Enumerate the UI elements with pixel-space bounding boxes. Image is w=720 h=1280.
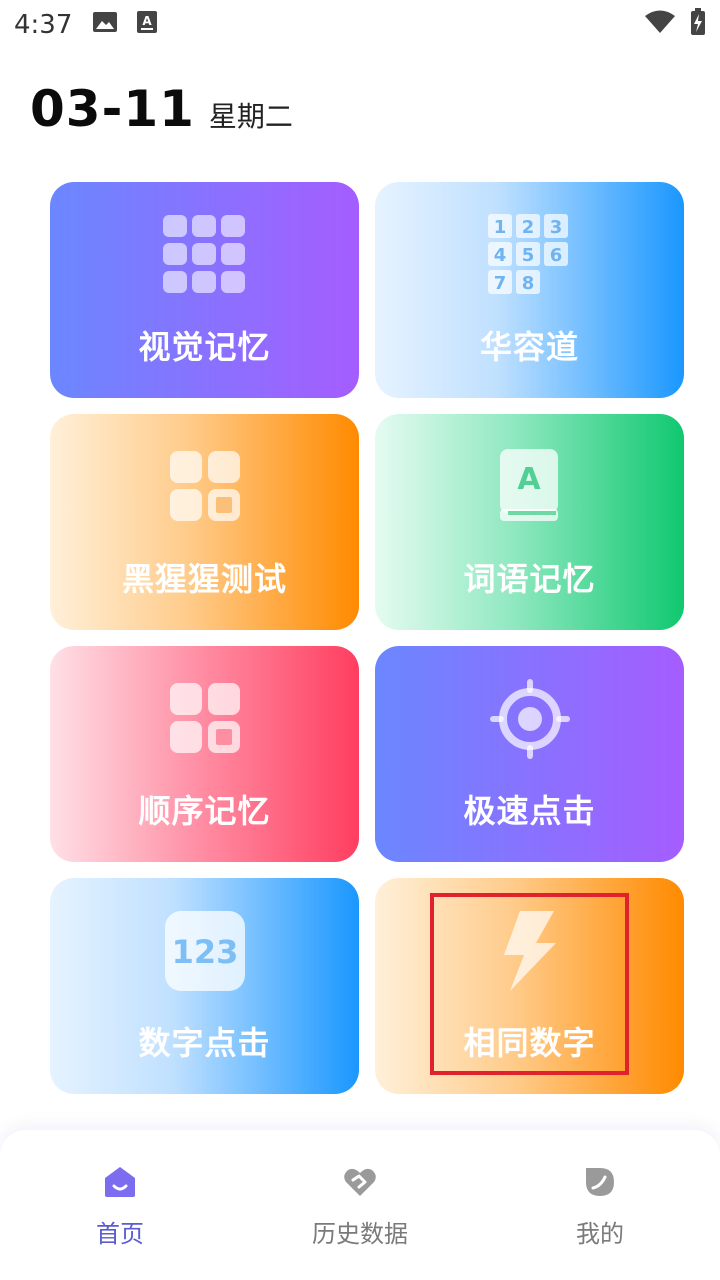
date-text: 03-11: [30, 80, 195, 138]
game-card-word-memory[interactable]: A 词语记忆: [375, 414, 684, 630]
game-card-number-click[interactable]: 123 数字点击: [50, 878, 359, 1094]
battery-charging-icon: [690, 7, 706, 43]
target-icon: [487, 676, 573, 762]
game-card-same-number[interactable]: 相同数字: [375, 878, 684, 1094]
tiles-icon: [162, 676, 248, 762]
puzzle-digit: 3: [549, 217, 562, 238]
book-letter: A: [517, 462, 541, 497]
puzzle-digit: 2: [521, 217, 534, 238]
heart-hand-icon: [343, 1166, 377, 1202]
date-header: 03-11 星期二: [30, 80, 293, 138]
nav-label: 我的: [576, 1220, 624, 1248]
leaf-icon: [584, 1166, 616, 1202]
a-badge-icon: A: [136, 10, 158, 41]
game-label: 黑猩猩测试: [121, 560, 287, 598]
tiles-icon: [162, 444, 248, 530]
game-card-chimp-test[interactable]: 黑猩猩测试: [50, 414, 359, 630]
wifi-icon: [644, 9, 676, 42]
game-label: 顺序记忆: [138, 792, 271, 830]
puzzle-digit: 8: [521, 273, 534, 294]
weekday-text: 星期二: [208, 100, 293, 133]
puzzle-digit: 1: [493, 217, 506, 238]
status-bar: 4:37 A: [0, 0, 720, 50]
nav-label: 首页: [96, 1220, 144, 1248]
game-label: 华容道: [479, 328, 579, 366]
game-label: 数字点击: [138, 1024, 271, 1062]
nav-item-history[interactable]: 历史数据: [240, 1130, 480, 1280]
puzzle-digit: 6: [549, 245, 562, 266]
game-label: 相同数字: [463, 1024, 596, 1062]
number-puzzle-icon: 1 2 3 4 5 6 7 8: [487, 212, 573, 298]
puzzle-digit: 5: [521, 245, 534, 266]
puzzle-digit: 7: [493, 273, 506, 294]
book-a-icon: A: [487, 444, 573, 530]
game-card-speed-click[interactable]: 极速点击: [375, 646, 684, 862]
game-label: 词语记忆: [463, 560, 596, 598]
game-card-klotski[interactable]: 1 2 3 4 5 6 7 8 华容道: [375, 182, 684, 398]
home-icon: [103, 1166, 137, 1202]
bottom-nav: 首页 历史数据 我的: [0, 1130, 720, 1280]
game-card-visual-memory[interactable]: 视觉记忆: [50, 182, 359, 398]
game-grid: 视觉记忆 1 2 3 4 5 6 7 8 华容道 黑猩猩测试 A 词语记忆 顺序…: [50, 182, 684, 1094]
lightning-icon: [487, 908, 573, 994]
grid-dots-icon: [162, 212, 248, 298]
svg-text:A: A: [143, 14, 153, 28]
status-time: 4:37: [14, 10, 73, 40]
number-icon-text: 123: [171, 933, 238, 971]
number-123-icon: 123: [162, 908, 248, 994]
nav-label: 历史数据: [312, 1220, 408, 1248]
game-card-sequence-memory[interactable]: 顺序记忆: [50, 646, 359, 862]
game-label: 极速点击: [463, 792, 596, 830]
nav-item-home[interactable]: 首页: [0, 1130, 240, 1280]
game-label: 视觉记忆: [138, 328, 271, 366]
nav-item-mine[interactable]: 我的: [480, 1130, 720, 1280]
puzzle-digit: 4: [493, 245, 506, 266]
image-icon: [92, 10, 118, 40]
